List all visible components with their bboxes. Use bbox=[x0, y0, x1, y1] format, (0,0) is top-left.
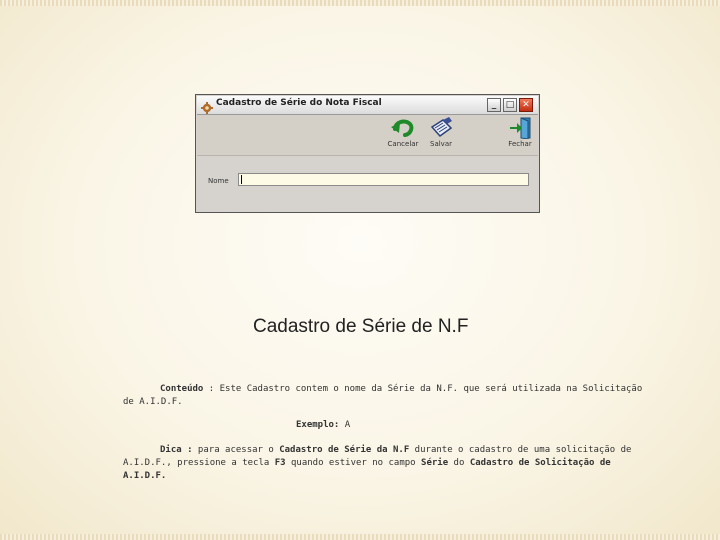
tip-text: A.I.D.F., pressione a tecla bbox=[123, 458, 275, 468]
example-label: Exemplo: bbox=[296, 420, 340, 430]
example-value: A bbox=[339, 420, 351, 430]
tip-emphasis: Série bbox=[421, 458, 449, 468]
tip-emphasis: Cadastro de Solicitação de bbox=[469, 458, 611, 468]
app-window: Cadastro de Série do Nota Fiscal _ □ ✕ C… bbox=[195, 94, 540, 213]
window-title: Cadastro de Série do Nota Fiscal bbox=[216, 98, 382, 108]
toolbar: Cancelar Salvar Fechar bbox=[197, 115, 538, 156]
tip-label: Dica : bbox=[160, 445, 193, 455]
maximize-button[interactable]: □ bbox=[503, 98, 517, 112]
tip-emphasis: Cadastro de Série da N.F bbox=[279, 445, 410, 455]
content-paragraph: Conteúdo : Este Cadastro contem o nome d… bbox=[123, 383, 643, 409]
save-label: Salvar bbox=[430, 140, 452, 148]
content-text: : Este Cadastro contem o nome da Série d… bbox=[203, 384, 643, 394]
gear-icon bbox=[201, 99, 213, 114]
minimize-button[interactable]: _ bbox=[487, 98, 501, 112]
save-icon bbox=[430, 117, 453, 138]
tip-emphasis: F3 bbox=[274, 458, 286, 468]
save-button[interactable]: Salvar bbox=[421, 117, 461, 153]
tip-text: para acessar o bbox=[192, 445, 280, 455]
content-label: Conteúdo bbox=[160, 384, 204, 394]
close-button[interactable]: ✕ bbox=[519, 98, 533, 112]
slide-bottom-border bbox=[0, 534, 720, 540]
tip-text: quando estiver no campo bbox=[285, 458, 422, 468]
content-text-2: de A.I.D.F. bbox=[123, 397, 183, 407]
form-area: Nome bbox=[197, 156, 538, 211]
exit-door-icon bbox=[510, 117, 531, 139]
exit-label: Fechar bbox=[508, 140, 532, 148]
name-label: Nome bbox=[208, 177, 229, 185]
undo-arrow-icon bbox=[391, 119, 414, 137]
window-titlebar[interactable]: Cadastro de Série do Nota Fiscal _ □ ✕ bbox=[197, 96, 538, 115]
slide-top-border bbox=[0, 0, 720, 6]
cancel-button[interactable]: Cancelar bbox=[383, 117, 423, 153]
tip-text: durante o cadastro de uma solicitação de bbox=[409, 445, 632, 455]
text-cursor bbox=[241, 175, 242, 184]
name-input[interactable] bbox=[238, 173, 529, 186]
tip-paragraph: Dica : para acessar o Cadastro de Série … bbox=[123, 444, 643, 483]
slide-heading: Cadastro de Série de N.F bbox=[253, 316, 469, 337]
exit-button[interactable]: Fechar bbox=[500, 117, 540, 153]
tip-emphasis: A.I.D.F. bbox=[123, 471, 167, 481]
tip-text: do bbox=[448, 458, 470, 468]
example-paragraph: Exemplo: A bbox=[296, 419, 350, 432]
cancel-label: Cancelar bbox=[387, 140, 419, 148]
